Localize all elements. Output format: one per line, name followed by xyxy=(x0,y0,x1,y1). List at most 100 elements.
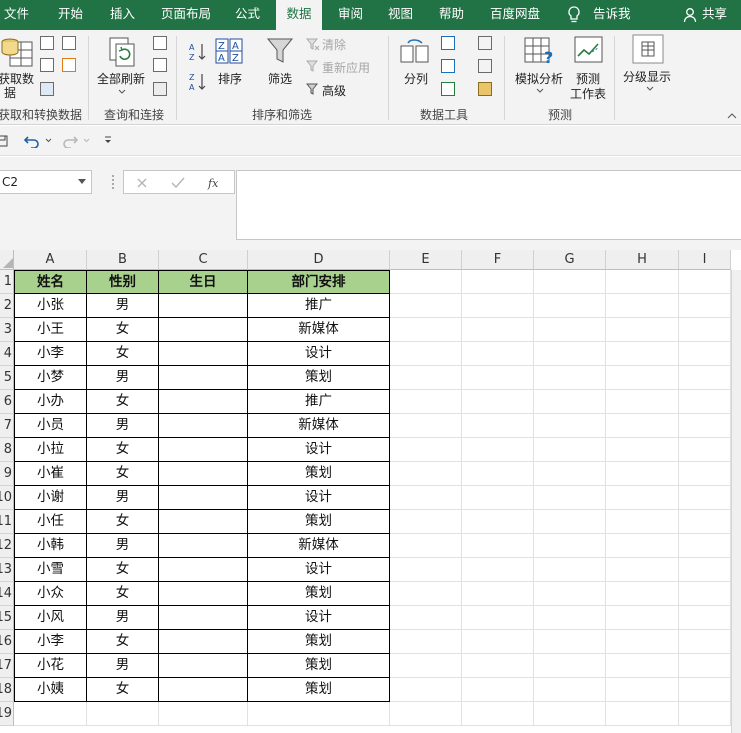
table-cell[interactable]: 小任 xyxy=(14,510,87,534)
empty-cell[interactable] xyxy=(534,462,606,486)
flash-fill-icon[interactable] xyxy=(441,36,455,50)
table-cell[interactable]: 小众 xyxy=(14,582,87,606)
row-header[interactable]: 16 xyxy=(0,630,14,654)
empty-cell[interactable] xyxy=(606,270,679,294)
table-cell[interactable]: 男 xyxy=(87,414,159,438)
empty-cell[interactable] xyxy=(606,510,679,534)
table-cell[interactable]: 策划 xyxy=(248,630,390,654)
table-cell[interactable] xyxy=(159,318,248,342)
tab-formulas[interactable]: 公式 xyxy=(235,0,260,30)
undo-icon[interactable] xyxy=(24,134,40,148)
collapse-ribbon-icon[interactable] xyxy=(727,112,737,120)
empty-cell[interactable] xyxy=(462,582,534,606)
row-header[interactable]: 15 xyxy=(0,606,14,630)
empty-cell[interactable] xyxy=(534,606,606,630)
empty-cell[interactable] xyxy=(390,390,462,414)
save-icon[interactable] xyxy=(0,135,8,147)
filter-button[interactable]: 筛选 xyxy=(268,70,292,87)
table-cell[interactable] xyxy=(159,486,248,510)
tab-review[interactable]: 审阅 xyxy=(338,0,363,30)
empty-cell[interactable] xyxy=(606,366,679,390)
empty-cell[interactable] xyxy=(679,582,731,606)
table-cell[interactable] xyxy=(159,510,248,534)
empty-cell[interactable] xyxy=(606,702,679,726)
table-cell[interactable]: 小王 xyxy=(14,318,87,342)
table-cell[interactable] xyxy=(159,390,248,414)
row-header[interactable]: 9 xyxy=(0,462,14,486)
empty-cell[interactable] xyxy=(462,510,534,534)
table-cell[interactable]: 小风 xyxy=(14,606,87,630)
sort-ascending-icon[interactable]: A Z xyxy=(189,42,207,62)
empty-cell[interactable] xyxy=(606,654,679,678)
table-cell[interactable]: 女 xyxy=(87,462,159,486)
table-cell[interactable]: 策划 xyxy=(248,510,390,534)
empty-cell[interactable] xyxy=(462,702,534,726)
table-cell[interactable]: 策划 xyxy=(248,462,390,486)
table-cell[interactable]: 小谢 xyxy=(14,486,87,510)
empty-cell[interactable] xyxy=(679,318,731,342)
row-header[interactable]: 18 xyxy=(0,678,14,702)
table-cell[interactable]: 男 xyxy=(87,534,159,558)
empty-cell[interactable] xyxy=(462,678,534,702)
table-cell[interactable]: 女 xyxy=(87,558,159,582)
row-header[interactable]: 5 xyxy=(0,366,14,390)
empty-cell[interactable] xyxy=(390,438,462,462)
empty-cell[interactable] xyxy=(390,630,462,654)
redo-icon[interactable] xyxy=(62,134,78,148)
tab-insert[interactable]: 插入 xyxy=(110,0,135,30)
empty-cell[interactable] xyxy=(462,654,534,678)
table-cell[interactable]: 设计 xyxy=(248,438,390,462)
from-table-icon[interactable] xyxy=(40,58,54,72)
table-cell[interactable]: 女 xyxy=(87,678,159,702)
table-cell[interactable] xyxy=(159,678,248,702)
column-header-b[interactable]: B xyxy=(87,250,159,270)
empty-cell[interactable] xyxy=(248,702,390,726)
table-cell[interactable]: 女 xyxy=(87,582,159,606)
table-cell[interactable]: 女 xyxy=(87,510,159,534)
empty-cell[interactable] xyxy=(390,366,462,390)
get-data-label-2[interactable]: 据 xyxy=(4,84,16,101)
table-cell[interactable]: 小雪 xyxy=(14,558,87,582)
empty-cell[interactable] xyxy=(390,486,462,510)
chevron-down-icon[interactable] xyxy=(78,179,86,185)
tab-view[interactable]: 视图 xyxy=(388,0,413,30)
empty-cell[interactable] xyxy=(462,366,534,390)
empty-cell[interactable] xyxy=(390,606,462,630)
table-cell[interactable]: 小花 xyxy=(14,654,87,678)
data-validation-icon[interactable] xyxy=(441,82,455,96)
empty-cell[interactable] xyxy=(390,678,462,702)
tab-data[interactable]: 数据 xyxy=(276,0,322,30)
column-header-e[interactable]: E xyxy=(390,250,462,270)
tab-help[interactable]: 帮助 xyxy=(439,0,464,30)
empty-cell[interactable] xyxy=(534,390,606,414)
empty-cell[interactable] xyxy=(462,438,534,462)
sort-descending-icon[interactable]: Z A xyxy=(189,72,207,92)
from-web-icon[interactable] xyxy=(62,36,76,50)
table-cell[interactable]: 小拉 xyxy=(14,438,87,462)
table-cell[interactable]: 小梦 xyxy=(14,366,87,390)
cancel-icon[interactable] xyxy=(136,177,148,189)
relationships-icon[interactable] xyxy=(478,59,492,73)
table-cell[interactable]: 小员 xyxy=(14,414,87,438)
tell-me-search[interactable]: 告诉我 xyxy=(593,0,631,30)
empty-cell[interactable] xyxy=(462,558,534,582)
table-cell[interactable]: 男 xyxy=(87,294,159,318)
empty-cell[interactable] xyxy=(679,606,731,630)
empty-cell[interactable] xyxy=(87,702,159,726)
empty-cell[interactable] xyxy=(462,462,534,486)
row-header[interactable]: 7 xyxy=(0,414,14,438)
table-cell[interactable]: 男 xyxy=(87,486,159,510)
chevron-down-icon[interactable] xyxy=(118,89,126,95)
empty-cell[interactable] xyxy=(534,366,606,390)
empty-cell[interactable] xyxy=(606,606,679,630)
empty-cell[interactable] xyxy=(679,342,731,366)
row-header[interactable]: 19 xyxy=(0,702,14,726)
empty-cell[interactable] xyxy=(390,558,462,582)
empty-cell[interactable] xyxy=(534,342,606,366)
from-text-icon[interactable] xyxy=(40,36,54,50)
column-header-g[interactable]: G xyxy=(534,250,606,270)
table-cell[interactable]: 新媒体 xyxy=(248,318,390,342)
table-cell[interactable]: 推广 xyxy=(248,390,390,414)
column-header-h[interactable]: H xyxy=(606,250,679,270)
empty-cell[interactable] xyxy=(679,486,731,510)
